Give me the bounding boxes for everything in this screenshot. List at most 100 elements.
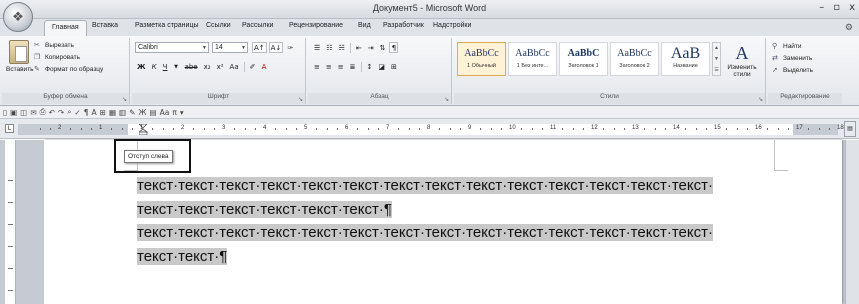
line-spacing-icon[interactable]: ↕	[365, 61, 375, 72]
vertical-ruler[interactable]	[5, 140, 16, 304]
cut-button[interactable]: ✂ Вырезать	[34, 41, 103, 49]
styles-group-label: Стили	[454, 93, 765, 104]
font-color-icon[interactable]: A	[259, 61, 268, 72]
styles-gallery-scroll[interactable]: ▲ ▼ ☰	[712, 42, 721, 76]
tab-insert[interactable]: Вставка	[92, 22, 118, 29]
highlight-color-icon[interactable]: ✐	[248, 61, 258, 72]
horizontal-ruler[interactable]: 2 1 1 2 3 4 5 6 7 8 9 10 11 12 13 14 15 16 17 18	[18, 124, 844, 135]
dialog-launcher-icon[interactable]: ↘	[298, 96, 303, 103]
redo-icon[interactable]: ↷	[58, 108, 64, 117]
tab-references[interactable]: Ссылки	[206, 22, 231, 29]
style-heading-1[interactable]: AaBbC Заголовок 1	[559, 42, 608, 76]
ruler-number: 7	[386, 125, 390, 131]
replace-icon: ⇄	[772, 54, 778, 62]
ruler-tick	[726, 128, 727, 130]
mail-icon[interactable]: ✉	[30, 108, 36, 117]
select-button[interactable]: ➚ Выделить	[772, 66, 813, 74]
dialog-launcher-icon[interactable]: ↘	[758, 96, 763, 103]
style-normal[interactable]: AaBbCc 1 Обычный	[457, 42, 506, 76]
shrink-font-button[interactable]: A↓	[268, 42, 284, 53]
format-icon[interactable]: Aa	[160, 108, 170, 117]
style-no-spacing[interactable]: AaBbCc 1 Без инте...	[508, 42, 557, 76]
tab-selector[interactable]: L	[5, 124, 14, 133]
drawing-icon[interactable]: ✎	[129, 108, 135, 117]
underline-button[interactable]: Ч	[161, 61, 170, 72]
ruler-toggle-button[interactable]: ▤	[844, 121, 856, 137]
customize-toolbar-icon[interactable]: ▾	[180, 108, 184, 117]
clear-format-icon[interactable]: ✑	[285, 42, 295, 53]
grow-font-button[interactable]: A↑	[252, 42, 267, 53]
align-left-icon[interactable]: ≡	[312, 61, 322, 72]
dialog-launcher-icon[interactable]: ↘	[444, 96, 449, 103]
font-name-combo[interactable]: Calibri ▼	[135, 42, 209, 53]
tab-addins[interactable]: Надстройки	[433, 22, 471, 29]
format-painter-button[interactable]: ✎ Формат по образцу	[34, 65, 103, 73]
multilevel-list-icon[interactable]: ☵	[337, 42, 347, 53]
table-icon[interactable]: ⊞	[100, 108, 106, 117]
save-icon[interactable]: ▣	[10, 108, 17, 117]
window-controls: – ▫ x	[819, 2, 855, 13]
replace-button[interactable]: ⇄ Заменить	[772, 54, 813, 62]
justify-icon[interactable]: ≣	[348, 61, 358, 72]
open-icon[interactable]: ◫	[20, 108, 27, 117]
tab-page-layout[interactable]: Разметка страницы	[135, 22, 199, 29]
bold-button[interactable]: Ж	[135, 61, 148, 72]
print-icon[interactable]: ⎙	[40, 107, 46, 117]
help-icon[interactable]: ⚙	[845, 22, 853, 33]
picture-icon[interactable]: ▦	[109, 108, 116, 117]
undo-icon[interactable]: ↶	[49, 108, 55, 117]
office-button[interactable]: ❖	[3, 2, 33, 32]
maximize-button[interactable]: ▫	[833, 2, 840, 13]
numbering-icon[interactable]: ☷	[324, 42, 334, 53]
equation-icon[interactable]: π	[172, 108, 177, 117]
tab-review[interactable]: Рецензирование	[289, 22, 343, 29]
copy-button[interactable]: ❐ Копировать	[34, 53, 103, 61]
ruler-tick	[685, 128, 686, 130]
font-icon[interactable]: A	[92, 108, 97, 117]
ruler-tick	[491, 128, 492, 130]
chevron-down-icon[interactable]: ▼	[172, 61, 181, 72]
sort-icon[interactable]: ⇅	[378, 42, 388, 53]
spelling-icon[interactable]: ✓	[74, 108, 80, 117]
style-heading-2[interactable]: AaBbCc Заголовок 2	[610, 42, 659, 76]
align-right-icon[interactable]: ≡	[336, 61, 346, 72]
tab-view[interactable]: Вид	[358, 22, 371, 29]
close-button[interactable]: x	[849, 2, 855, 13]
document-body[interactable]: текст·текст·текст·текст·текст·текст·текс…	[137, 174, 782, 268]
style-title[interactable]: AaB Название	[661, 42, 710, 76]
show-marks-icon[interactable]: ¶	[389, 42, 399, 53]
subscript-button[interactable]: x₂	[202, 61, 213, 72]
change-styles-button[interactable]: A Изменить стили	[722, 42, 762, 78]
selected-text: текст·текст·текст·текст·текст·текст·текс…	[137, 224, 713, 241]
ruler-tick	[111, 128, 112, 130]
ruler-number: 10	[509, 125, 516, 131]
bold-icon[interactable]: Ж	[138, 108, 146, 117]
change-case-button[interactable]: Aa	[228, 61, 241, 72]
tab-developer[interactable]: Разработчик	[383, 22, 424, 29]
align-center-icon[interactable]: ≡	[324, 61, 334, 72]
paragraph-mark-icon[interactable]: ¶	[84, 108, 89, 117]
minimize-button[interactable]: –	[819, 2, 824, 13]
superscript-button[interactable]: x²	[215, 61, 226, 72]
tab-home[interactable]: Главная	[44, 20, 87, 36]
find-button[interactable]: ⚲ Найти	[772, 42, 813, 50]
ruler-tick	[245, 128, 246, 130]
paste-button[interactable]: Вставить	[6, 40, 34, 73]
ruler-tick	[337, 128, 338, 130]
new-document-icon[interactable]: ▯	[3, 108, 7, 117]
strikethrough-button[interactable]: abe	[183, 61, 200, 72]
tab-mailings[interactable]: Рассылки	[242, 22, 273, 29]
italic-button[interactable]: К	[150, 61, 159, 72]
vertical-scrollbar[interactable]	[845, 140, 859, 304]
font-size-combo[interactable]: 14 ▼	[212, 42, 248, 53]
decrease-indent-icon[interactable]: ⇤	[354, 42, 364, 53]
borders-icon[interactable]: ⊞	[389, 61, 399, 72]
bullets-icon[interactable]: ☰	[312, 42, 322, 53]
increase-indent-icon[interactable]: ⇥	[366, 42, 376, 53]
columns-icon[interactable]: ▤	[150, 108, 157, 117]
chart-icon[interactable]: ▥	[119, 108, 126, 117]
shading-icon[interactable]: ◪	[376, 61, 387, 72]
dialog-launcher-icon[interactable]: ↘	[122, 96, 127, 103]
ruler-number: 18	[837, 125, 844, 131]
print-preview-icon[interactable]: ⌕	[67, 107, 71, 117]
